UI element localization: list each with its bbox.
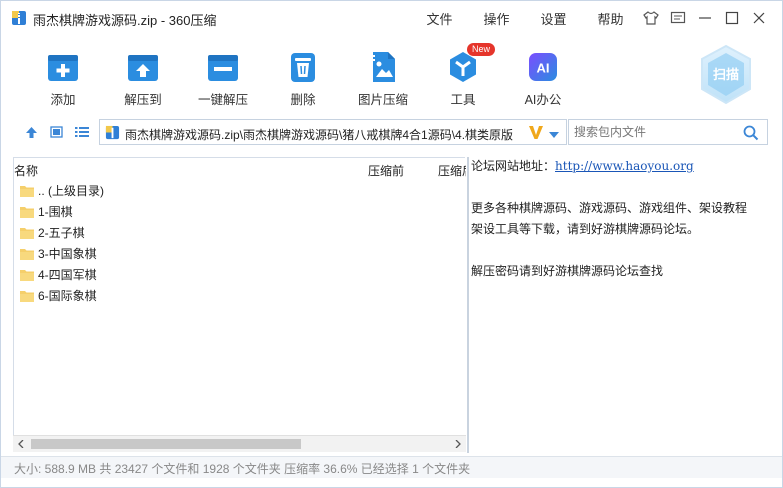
maximize-icon [725,11,738,25]
shirt-icon [642,11,659,25]
window-title: 雨杰棋牌游戏源码.zip - 360压缩 [33,13,217,28]
comment-line [471,178,771,199]
forum-label: 论坛网站地址： [471,159,556,173]
scroll-left-icon[interactable] [16,439,26,449]
delete-button[interactable]: 删除 [262,41,344,107]
archive-comment-pane: 论坛网站地址：http://www.haoyou.org 更多各种棋牌源码、游戏… [471,157,771,453]
item-name: .. (上级目录) [38,184,104,198]
minimize-button[interactable] [691,7,718,29]
v-logo-icon [528,123,544,141]
status-text: 大小: 588.9 MB 共 23427 个文件和 1928 个文件夹 压缩率 … [14,462,471,476]
file-list: .. (上级目录) 1-围棋 2-五子棋 3-中国象棋 4-四国军棋 6-国际象… [14,180,466,306]
extract-to-label: 解压到 [124,93,162,107]
item-name: 6-国际象棋 [38,289,97,303]
column-original-size[interactable]: 压缩前 [368,162,404,179]
column-compressed-size[interactable]: 压缩后 [438,162,466,179]
toolbar: 添加 解压到 一键解压 删除 图片压缩 New 工具 AI AI办公 [1,41,681,107]
item-name: 3-中国象棋 [38,247,97,261]
ai-office-button[interactable]: AI AI办公 [502,41,584,107]
search-icon[interactable] [743,125,759,144]
comment-line: 解压密码请到好游棋牌源码论坛查找 [471,264,664,278]
list-view-icon[interactable] [74,125,90,139]
add-label: 添加 [50,93,76,107]
maximize-button[interactable] [718,7,745,29]
list-item[interactable]: 6-国际象棋 [14,285,466,306]
horizontal-scrollbar[interactable] [13,435,466,452]
one-click-extract-button[interactable]: 一键解压 [182,41,264,107]
item-name: 1-围棋 [38,205,73,219]
menu-settings[interactable]: 设置 [525,9,582,28]
window-controls [637,7,772,29]
path-field[interactable]: 雨杰棋牌游戏源码.zip\雨杰棋牌游戏源码\猪八戒棋牌4合1源码\4.棋类原版 [99,119,567,145]
comment-line [471,241,771,262]
close-button[interactable] [745,7,772,29]
column-header: 名称 压缩前 压缩后 [14,158,466,180]
up-arrow-icon[interactable] [23,125,39,139]
folder-icon [20,249,34,260]
new-badge: New [466,43,495,56]
ai-office-label: AI办公 [524,93,562,107]
one-click-extract-icon [205,49,241,85]
comment-line: 架设工具等下载，请到好游棋牌源码论坛。 [471,222,700,236]
skin-button[interactable] [637,7,664,29]
tools-icon: New [445,43,495,85]
scroll-right-icon[interactable] [453,439,463,449]
message-icon [670,11,685,24]
comment-line: 更多各种棋牌源码、游戏源码、游戏组件、架设教程 [471,201,748,215]
list-item[interactable]: .. (上级目录) [14,180,466,201]
comment-line: 论坛网站地址：http://www.haoyou.org [471,157,771,178]
title-bar: 雨杰棋牌游戏源码.zip - 360压缩 文件 操作 设置 帮助 [1,1,782,33]
trash-icon [285,49,321,85]
folder-icon [20,228,34,239]
list-item[interactable]: 2-五子棋 [14,222,466,243]
item-name: 4-四国军棋 [38,268,97,282]
ai-icon-text: AI [537,61,550,76]
feedback-button[interactable] [664,7,691,29]
zip-file-icon [12,11,26,25]
ai-office-icon: AI [525,49,561,85]
forum-link[interactable]: http://www.haoyou.org [555,159,694,173]
add-button[interactable]: 添加 [22,41,104,107]
column-name[interactable]: 名称 [14,162,38,179]
file-list-pane: 名称 压缩前 压缩后 .. (上级目录) 1-围棋 2-五子棋 3-中国象棋 [13,157,466,451]
folder-icon [20,186,34,197]
tools-label: 工具 [450,93,476,107]
current-path: 雨杰棋牌游戏源码.zip\雨杰棋牌游戏源码\猪八戒棋牌4合1源码\4.棋类原版 [125,128,514,142]
app-window: 雨杰棋牌游戏源码.zip - 360压缩 文件 操作 设置 帮助 添加 解压到 … [0,0,783,488]
scrollbar-thumb[interactable] [31,439,301,449]
scan-button[interactable]: 扫描 [698,43,754,107]
status-bar: 大小: 588.9 MB 共 23427 个文件和 1928 个文件夹 压缩率 … [1,456,782,478]
image-compress-button[interactable]: 图片压缩 [342,41,424,107]
scan-label: 扫描 [713,67,739,83]
zip-file-icon [105,125,120,140]
one-click-extract-label: 一键解压 [197,93,248,107]
folder-icon [20,291,34,302]
add-icon [45,49,81,85]
pane-splitter[interactable] [467,157,469,453]
folder-icon [20,270,34,281]
menu-operate[interactable]: 操作 [468,9,525,28]
list-item[interactable]: 1-围棋 [14,201,466,222]
menu-help[interactable]: 帮助 [582,9,639,28]
thumbnail-view-icon[interactable] [48,125,64,139]
list-item[interactable]: 3-中国象棋 [14,243,466,264]
extract-to-icon [125,49,161,85]
search-input[interactable] [574,124,734,140]
search-box [568,119,768,145]
image-compress-icon [365,49,401,85]
delete-label: 删除 [290,93,316,107]
menu-file[interactable]: 文件 [411,9,468,28]
minimize-icon [698,17,711,19]
menu-bar: 文件 操作 设置 帮助 [411,9,639,28]
item-name: 2-五子棋 [38,226,85,240]
list-item[interactable]: 4-四国军棋 [14,264,466,285]
folder-icon [20,207,34,218]
address-bar-row: 雨杰棋牌游戏源码.zip\雨杰棋牌游戏源码\猪八戒棋牌4合1源码\4.棋类原版 [1,117,782,147]
image-compress-label: 图片压缩 [357,93,408,107]
extract-to-button[interactable]: 解压到 [102,41,184,107]
tools-button[interactable]: New 工具 [422,41,504,107]
chevron-down-icon[interactable] [548,128,560,142]
close-icon [753,12,764,24]
